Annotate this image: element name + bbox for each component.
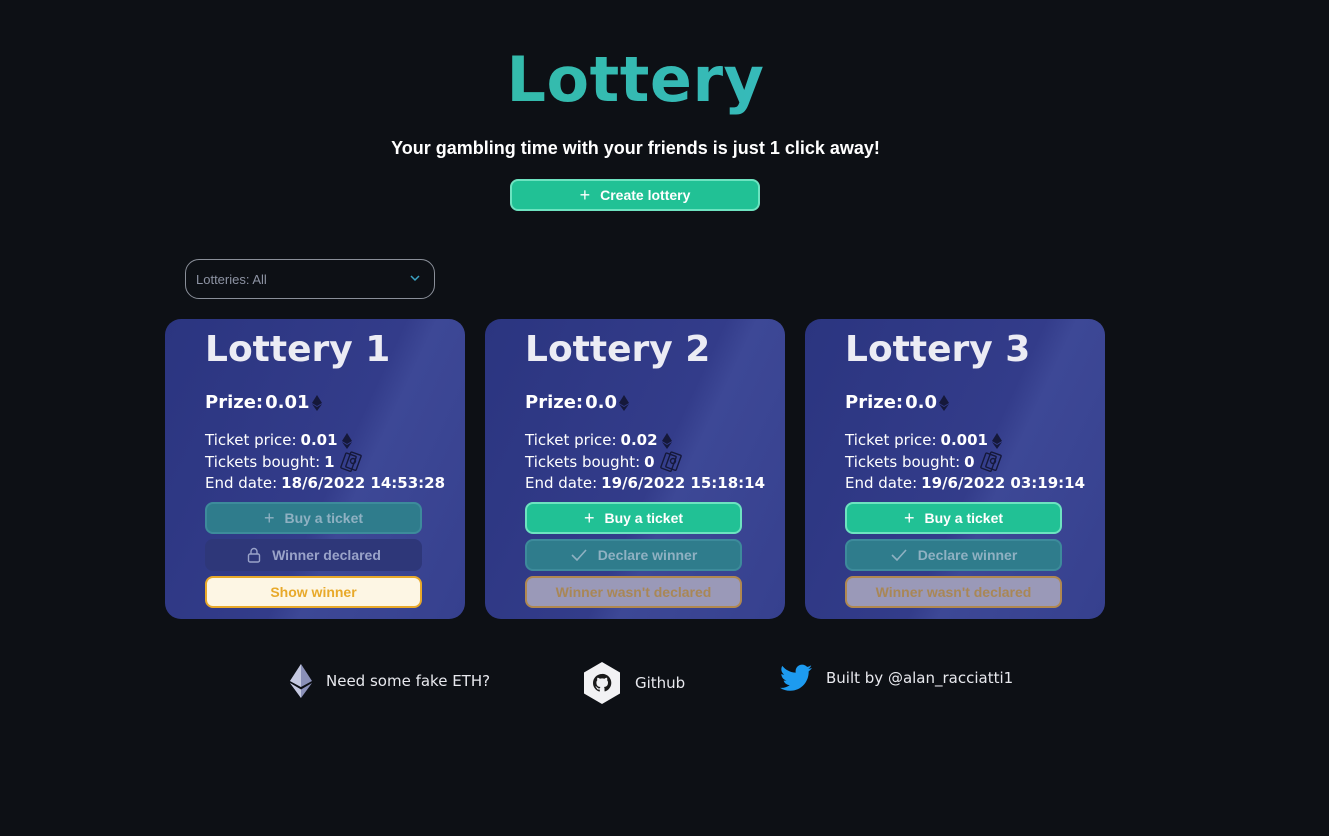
lottery-name: Lottery 2	[525, 329, 711, 370]
buy-ticket-label: Buy a ticket	[924, 510, 1004, 526]
tickets-bought-value: 0	[964, 452, 975, 471]
ticket-price-value: 0.01	[300, 431, 338, 449]
ethereum-icon	[619, 394, 630, 411]
ticket-price-label: Ticket price:	[845, 431, 937, 449]
lottery-prize: Prize: 0.0	[525, 392, 630, 413]
lottery-card: Lottery 1 Prize: 0.01 Ticket price: 0.01…	[165, 319, 465, 619]
faucet-label: Need some fake ETH?	[326, 672, 491, 690]
winner-status-label: Winner wasn't declared	[555, 584, 712, 600]
twitter-link[interactable]: Built by @alan_racciatti1	[780, 664, 1013, 692]
end-date-label: End date:	[845, 474, 918, 492]
prize-label: Prize:	[205, 392, 264, 413]
buy-ticket-button[interactable]: + Buy a ticket	[845, 502, 1062, 534]
lotteries-filter-label: Lotteries: All	[196, 271, 267, 287]
ticket-price-label: Ticket price:	[525, 431, 617, 449]
lottery-info: Ticket price: 0.001 Tickets bought: 0 En…	[845, 430, 1085, 494]
plus-icon: +	[263, 508, 275, 528]
winner-status-button[interactable]: Winner wasn't declared	[845, 576, 1062, 608]
lotteries-filter-select[interactable]: Lotteries: All	[185, 259, 435, 299]
chevron-down-icon	[410, 275, 420, 282]
prize-value: 0.0	[585, 392, 618, 413]
buy-ticket-button[interactable]: + Buy a ticket	[205, 502, 422, 534]
github-icon	[584, 662, 620, 704]
lottery-card: Lottery 3 Prize: 0.0 Ticket price: 0.001…	[805, 319, 1105, 619]
prize-value: 0.01	[265, 392, 310, 413]
page-subtitle: Your gambling time with your friends is …	[391, 138, 880, 158]
ticket-price-label: Ticket price:	[205, 431, 297, 449]
twitter-icon	[780, 664, 812, 691]
tickets-bought-label: Tickets bought:	[845, 452, 961, 471]
end-date-value: 19/6/2022 15:18:14	[601, 474, 766, 492]
money-bills-icon	[339, 451, 362, 472]
lottery-card: Lottery 2 Prize: 0.0 Ticket price: 0.02 …	[485, 319, 785, 619]
end-date-label: End date:	[205, 474, 278, 492]
prize-label: Prize:	[525, 392, 584, 413]
lottery-info: Ticket price: 0.01 Tickets bought: 1 End…	[205, 430, 445, 494]
lottery-prize: Prize: 0.0	[845, 392, 950, 413]
tickets-bought-label: Tickets bought:	[525, 452, 641, 471]
lottery-prize: Prize: 0.01	[205, 392, 322, 413]
ethereum-icon	[661, 432, 672, 449]
ethereum-icon	[991, 432, 1002, 449]
tickets-bought-label: Tickets bought:	[205, 452, 321, 471]
github-link[interactable]: Github	[583, 661, 685, 705]
ticket-price-value: 0.001	[940, 431, 988, 449]
plus-icon: +	[583, 508, 595, 528]
plus-icon: +	[903, 508, 915, 528]
show-winner-label: Show winner	[270, 584, 357, 600]
end-date-value: 19/6/2022 03:19:14	[921, 474, 1086, 492]
winner-status-button[interactable]: Winner wasn't declared	[525, 576, 742, 608]
github-label: Github	[635, 674, 686, 692]
declare-winner-button[interactable]: Declare winner	[525, 539, 742, 571]
ticket-price-value: 0.02	[620, 431, 658, 449]
buy-ticket-label: Buy a ticket	[284, 510, 364, 526]
faucet-link[interactable]: Need some fake ETH?	[290, 664, 490, 698]
tickets-bought-value: 1	[324, 452, 335, 471]
ethereum-icon	[311, 394, 322, 411]
money-bills-icon	[659, 451, 682, 472]
end-date-value: 18/6/2022 14:53:28	[281, 474, 446, 492]
lock-icon	[247, 547, 261, 563]
buy-ticket-button[interactable]: + Buy a ticket	[525, 502, 742, 534]
prize-label: Prize:	[845, 392, 904, 413]
money-bills-icon	[979, 451, 1002, 472]
winner-status-label: Winner wasn't declared	[875, 584, 1032, 600]
declare-winner-label: Declare winner	[917, 547, 1018, 563]
lottery-name: Lottery 3	[845, 329, 1031, 370]
ethereum-icon	[341, 432, 352, 449]
create-lottery-button[interactable]: + Create lottery	[510, 179, 760, 211]
page-title: Lottery	[0, 43, 1271, 116]
lottery-name: Lottery 1	[205, 329, 391, 370]
winner-declared-label: Winner declared	[272, 547, 381, 563]
plus-icon: +	[579, 185, 591, 205]
prize-value: 0.0	[905, 392, 938, 413]
ethereum-icon	[290, 664, 312, 698]
twitter-label: Built by @alan_racciatti1	[826, 669, 1014, 687]
check-icon	[891, 549, 907, 562]
tickets-bought-value: 0	[644, 452, 655, 471]
declare-winner-label: Declare winner	[597, 547, 698, 563]
buy-ticket-label: Buy a ticket	[604, 510, 684, 526]
lottery-info: Ticket price: 0.02 Tickets bought: 0 End…	[525, 430, 765, 494]
check-icon	[571, 549, 587, 562]
declare-winner-button[interactable]: Declare winner	[845, 539, 1062, 571]
end-date-label: End date:	[525, 474, 598, 492]
show-winner-button[interactable]: Show winner	[205, 576, 422, 608]
ethereum-icon	[939, 394, 950, 411]
winner-declared-button[interactable]: Winner declared	[205, 539, 422, 571]
create-lottery-label: Create lottery	[600, 187, 691, 203]
